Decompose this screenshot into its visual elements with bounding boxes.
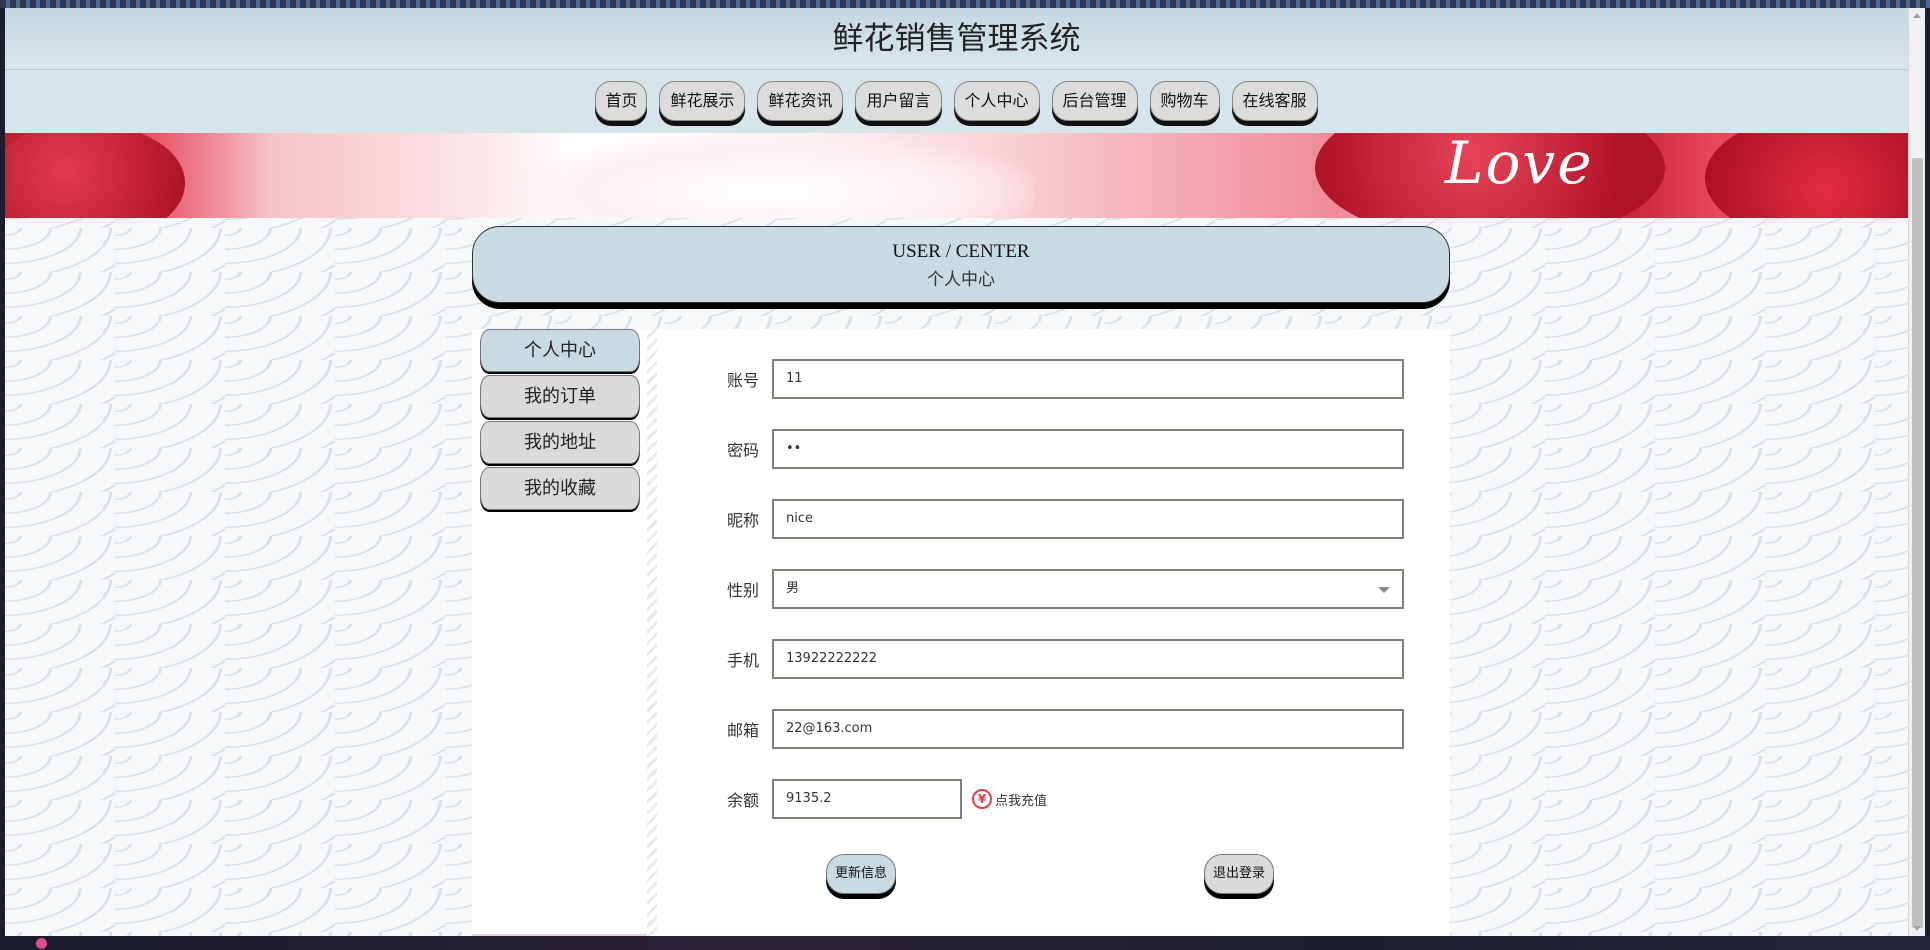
section-title-en: USER / CENTER	[892, 241, 1030, 262]
form-row-gender: 性别 男	[727, 569, 1404, 609]
email-label: 邮箱	[727, 721, 760, 740]
hero-banner: Love	[5, 133, 1908, 218]
form-row-password: 密码 ••	[727, 429, 1404, 469]
account-label: 账号	[727, 371, 760, 390]
vertical-scrollbar[interactable]	[1908, 8, 1925, 936]
nav-item-user-messages[interactable]: 用户留言	[855, 81, 942, 121]
update-info-button[interactable]: 更新信息	[826, 854, 897, 894]
gender-label: 性别	[727, 581, 760, 600]
logout-button[interactable]: 退出登录	[1204, 854, 1275, 894]
scroll-down-icon[interactable]	[1913, 926, 1921, 931]
balance-label: 余额	[727, 791, 760, 810]
nav-item-admin[interactable]: 后台管理	[1051, 81, 1138, 121]
nickname-input[interactable]: nice	[772, 499, 1404, 539]
gender-select-value: 男	[786, 581, 800, 596]
chevron-down-icon	[1378, 587, 1390, 593]
site-title: 鲜花销售管理系统	[832, 21, 1081, 57]
section-title-box: USER / CENTER 个人中心	[472, 226, 1450, 303]
taskbar	[0, 936, 1930, 950]
phone-label: 手机	[727, 651, 760, 670]
sidebar-item-my-orders[interactable]: 我的订单	[480, 375, 640, 418]
phone-input[interactable]: 13922222222	[772, 639, 1404, 679]
password-label: 密码	[727, 441, 760, 460]
form-row-phone: 手机 13922222222	[727, 639, 1404, 679]
cloud-image	[505, 133, 1035, 218]
nav-item-home[interactable]: 首页	[595, 81, 648, 121]
yen-icon: ¥	[972, 789, 992, 809]
browser-viewport: 鲜花销售管理系统 首页 鲜花展示 鲜花资讯 用户留言 个人中心 后台管理 购物车…	[5, 8, 1908, 936]
divider	[647, 329, 657, 936]
recharge-link[interactable]: ¥ 点我充值	[972, 789, 1047, 809]
user-center-panel: 个人中心 我的订单 我的地址 我的收藏 账号 11 密码 •• 昵称 nice	[472, 329, 1450, 936]
balance-input[interactable]: 9135.2	[772, 779, 962, 819]
nav-item-cart[interactable]: 购物车	[1149, 81, 1220, 121]
nav-item-online-service[interactable]: 在线客服	[1231, 81, 1318, 121]
scroll-up-icon[interactable]	[1913, 13, 1921, 18]
app-icon[interactable]	[36, 938, 47, 949]
nav-item-flower-display[interactable]: 鲜花展示	[659, 81, 746, 121]
email-input[interactable]: 22@163.com	[772, 709, 1404, 749]
nav-item-user-center[interactable]: 个人中心	[953, 81, 1040, 121]
scrollbar-thumb[interactable]	[1912, 158, 1923, 928]
form-row-balance: 余额 9135.2 ¥ 点我充值	[727, 779, 1047, 819]
sidebar-item-my-favorites[interactable]: 我的收藏	[480, 467, 640, 510]
nickname-label: 昵称	[727, 511, 760, 530]
nav-item-flower-news[interactable]: 鲜花资讯	[757, 81, 844, 121]
gender-select[interactable]: 男	[772, 569, 1404, 609]
main-nav: 首页 鲜花展示 鲜花资讯 用户留言 个人中心 后台管理 购物车 在线客服	[5, 70, 1908, 133]
section-title-cn: 个人中心	[927, 270, 995, 290]
form-row-account: 账号 11	[727, 359, 1404, 399]
user-sidebar: 个人中心 我的订单 我的地址 我的收藏	[472, 329, 647, 936]
rose-petal-image	[5, 133, 185, 218]
user-center-content: USER / CENTER 个人中心 个人中心 我的订单 我的地址 我的收藏 账…	[467, 226, 1452, 936]
rose-petal-image	[1705, 133, 1908, 218]
sidebar-item-user-center[interactable]: 个人中心	[480, 329, 640, 372]
form-row-nickname: 昵称 nice	[727, 499, 1404, 539]
password-input[interactable]: ••	[772, 429, 1404, 469]
window-frame-top	[0, 0, 1930, 8]
banner-love-text: Love	[1445, 133, 1594, 197]
site-header: 鲜花销售管理系统	[5, 8, 1908, 70]
form-row-email: 邮箱 22@163.com	[727, 709, 1404, 749]
sidebar-item-my-addresses[interactable]: 我的地址	[480, 421, 640, 464]
account-input[interactable]: 11	[772, 359, 1404, 399]
recharge-label: 点我充值	[995, 793, 1048, 809]
